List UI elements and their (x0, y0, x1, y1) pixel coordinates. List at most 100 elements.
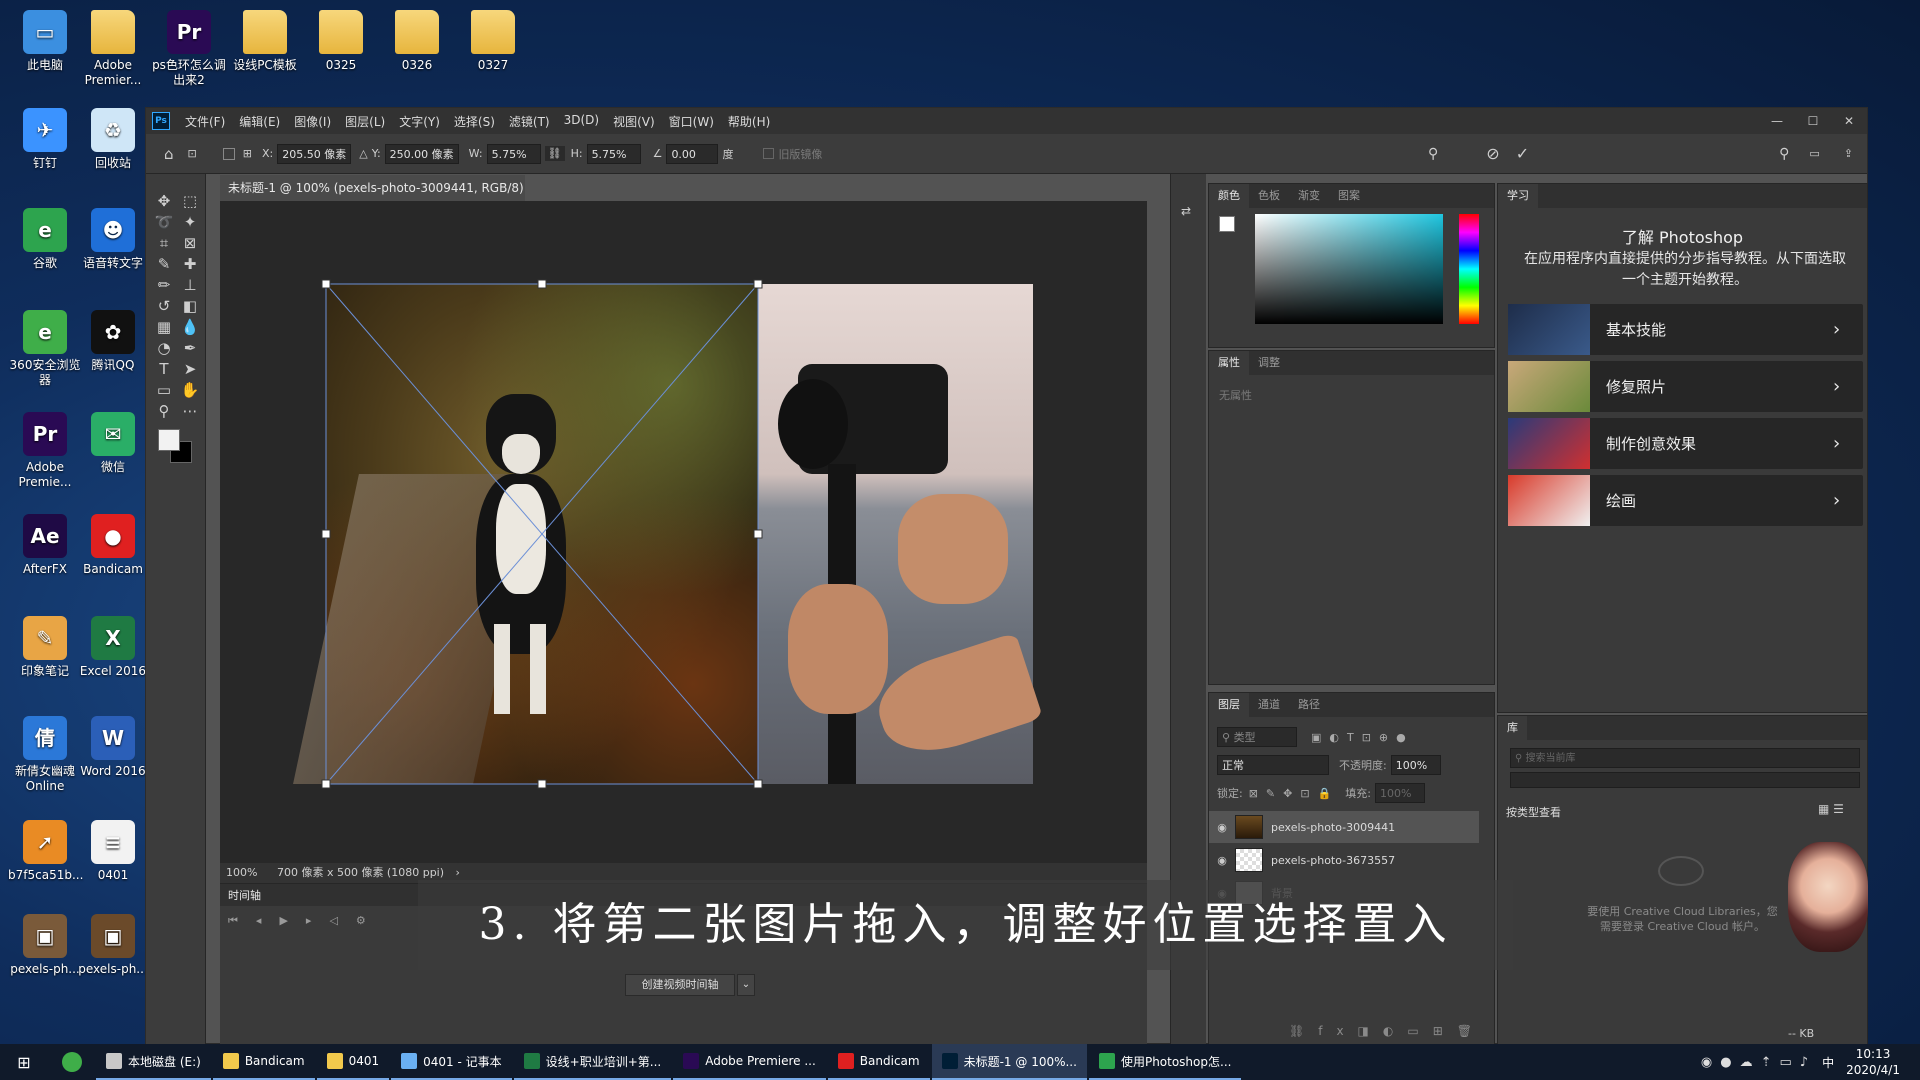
hand-tool-icon[interactable]: ✋ (178, 379, 202, 401)
learn-topic-card[interactable]: 制作创意效果 › (1508, 418, 1863, 469)
tab-layers-0[interactable]: 图层 (1209, 693, 1249, 717)
tab-color-0[interactable]: 颜色 (1209, 184, 1249, 208)
desktop-icon[interactable]: 倩新倩女幽魂Online (8, 716, 82, 794)
legacy-warp-checkbox[interactable] (763, 148, 775, 159)
tab-color-1[interactable]: 色板 (1249, 184, 1289, 208)
document-tab[interactable]: 未标题-1 @ 100% (pexels-photo-3009441, RGB/… (220, 175, 525, 221)
blur-tool-icon[interactable]: 💧 (178, 316, 202, 338)
taskbar-item[interactable]: 设线+职业培训+第... (513, 1044, 672, 1080)
close-button[interactable]: ✕ (1831, 114, 1867, 128)
opacity-field[interactable]: 100% (1390, 755, 1441, 775)
browser-pinned-icon[interactable] (48, 1044, 96, 1080)
warp-mode-icon[interactable]: ⚲ (1428, 146, 1438, 162)
grid-view-icon[interactable]: ▦ ☰ (1818, 802, 1844, 816)
more-tools-icon[interactable]: ⋯ (178, 400, 202, 422)
first-frame-icon[interactable]: ⏮ (228, 914, 238, 928)
ime-indicator[interactable]: 中 (1822, 1054, 1834, 1071)
handle-right[interactable] (753, 529, 763, 539)
handle-left[interactable] (321, 529, 331, 539)
taskbar-item[interactable]: 未标题-1 @ 100%... (931, 1044, 1087, 1080)
tab-layers-2[interactable]: 路径 (1289, 693, 1329, 717)
dodge-tool-icon[interactable]: ◔ (152, 337, 176, 359)
visibility-eye-icon[interactable]: ◉ (1209, 821, 1235, 834)
desktop-icon[interactable]: Adobe Premier... (76, 10, 150, 88)
magic-wand-icon[interactable]: ✦ (178, 211, 202, 233)
tab-properties-0[interactable]: 属性 (1209, 351, 1249, 375)
taskbar-item[interactable]: 使用Photoshop怎... (1088, 1044, 1242, 1080)
desktop-icon[interactable]: ● Bandicam (76, 514, 150, 577)
taskbar-item[interactable]: Adobe Premiere ... (673, 1044, 826, 1080)
healing-brush-icon[interactable]: ✚ (178, 253, 202, 275)
crop-tool-icon[interactable]: ⌗ (152, 232, 176, 254)
tab-libraries[interactable]: 库 (1498, 716, 1527, 740)
zoom-level[interactable]: 100% (226, 866, 257, 879)
tab-layers-1[interactable]: 通道 (1249, 693, 1289, 717)
desktop-icon[interactable]: ✎ 印象笔记 (8, 616, 82, 679)
menu-item[interactable]: 图像(I) (287, 113, 338, 130)
lock-icons[interactable]: ⊠✎✥⊡🔒 (1249, 787, 1340, 800)
menu-item[interactable]: 3D(D) (557, 113, 606, 130)
gradient-tool-icon[interactable]: ▦ (152, 316, 176, 338)
desktop-icon[interactable]: X Excel 2016 (76, 616, 150, 679)
menu-item[interactable]: 文字(Y) (392, 113, 447, 130)
desktop-icon[interactable]: e 谷歌 (8, 208, 82, 271)
lasso-tool-icon[interactable]: ➰ (152, 211, 176, 233)
layer-kind-filter[interactable]: ⚲ 类型 (1217, 727, 1297, 747)
workspace-icon[interactable]: ▭ (1809, 147, 1819, 160)
taskbar-item[interactable]: Bandicam (212, 1044, 315, 1080)
desktop-icon[interactable]: 设线PC模板 (228, 10, 302, 73)
path-select-icon[interactable]: ➤ (178, 358, 202, 380)
taskbar-item[interactable]: 本地磁盘 (E:) (96, 1044, 211, 1080)
menu-item[interactable]: 帮助(H) (721, 113, 777, 130)
prev-frame-icon[interactable]: ◂ (256, 914, 262, 928)
next-frame-icon[interactable]: ▸ (306, 914, 312, 928)
desktop-icon[interactable]: ➚ b7f5ca51b... (8, 820, 83, 883)
desktop-icon[interactable]: 0325 (304, 10, 378, 73)
eraser-tool-icon[interactable]: ◧ (178, 295, 202, 317)
maximize-button[interactable]: ☐ (1795, 114, 1831, 128)
tab-color-2[interactable]: 渐变 (1289, 184, 1329, 208)
learn-topic-card[interactable]: 绘画 › (1508, 475, 1863, 526)
settings-icon[interactable]: ⚙ (356, 914, 366, 928)
cancel-transform-icon[interactable]: ⊘ (1486, 144, 1499, 163)
menu-item[interactable]: 滤镜(T) (502, 113, 557, 130)
timeline-dropdown-icon[interactable]: ⌄ (737, 974, 755, 996)
document-canvas[interactable] (293, 279, 1044, 789)
create-video-timeline-button[interactable]: 创建视频时间轴 (625, 974, 735, 996)
library-select[interactable] (1510, 772, 1860, 788)
handle-bottom-right[interactable] (753, 779, 763, 789)
color-field[interactable] (1255, 214, 1443, 324)
audio-icon[interactable]: ◁ (329, 914, 337, 928)
learn-topic-card[interactable]: 修复照片 › (1508, 361, 1863, 412)
layer-row[interactable]: ◉ pexels-photo-3009441 (1209, 811, 1479, 843)
x-field[interactable]: 205.50 像素 (277, 143, 352, 164)
transform-bounding-box[interactable] (321, 279, 1033, 789)
rectangle-tool-icon[interactable]: ▭ (152, 379, 176, 401)
zoom-tool-icon[interactable]: ⚲ (152, 400, 176, 422)
history-brush-icon[interactable]: ↺ (152, 295, 176, 317)
delta-icon[interactable]: △ (359, 147, 367, 160)
desktop-icon[interactable]: ▣ pexels-ph... (8, 914, 82, 977)
width-field[interactable]: 5.75% (486, 143, 541, 164)
start-button[interactable]: ⊞ (0, 1044, 48, 1080)
menu-item[interactable]: 图层(L) (338, 113, 392, 130)
foreground-swatch[interactable] (1219, 216, 1235, 232)
blend-mode-select[interactable]: 正常 (1217, 755, 1329, 775)
height-field[interactable]: 5.75% (586, 143, 641, 164)
handle-bottom-left[interactable] (321, 779, 331, 789)
hue-slider[interactable] (1459, 214, 1479, 324)
menu-item[interactable]: 视图(V) (606, 113, 662, 130)
menu-item[interactable]: 文件(F) (178, 113, 232, 130)
tab-color-3[interactable]: 图案 (1329, 184, 1369, 208)
desktop-icon[interactable]: ✈ 钉钉 (8, 108, 82, 171)
minimize-button[interactable]: — (1759, 114, 1795, 128)
view-by-type[interactable]: 按类型查看 (1506, 804, 1561, 820)
desktop-icon[interactable]: Pr ps色环怎么调出来2 (152, 10, 226, 88)
desktop-icon[interactable]: Pr Adobe Premie... (8, 412, 82, 490)
desktop-icon[interactable]: ▣ pexels-ph... (76, 914, 150, 977)
taskbar-item[interactable]: 0401 - 记事本 (391, 1044, 512, 1080)
handle-top[interactable] (537, 279, 547, 289)
learn-topic-card[interactable]: 基本技能 › (1508, 304, 1863, 355)
pen-tool-icon[interactable]: ✒ (178, 337, 202, 359)
stamp-tool-icon[interactable]: ⊥ (178, 274, 202, 296)
